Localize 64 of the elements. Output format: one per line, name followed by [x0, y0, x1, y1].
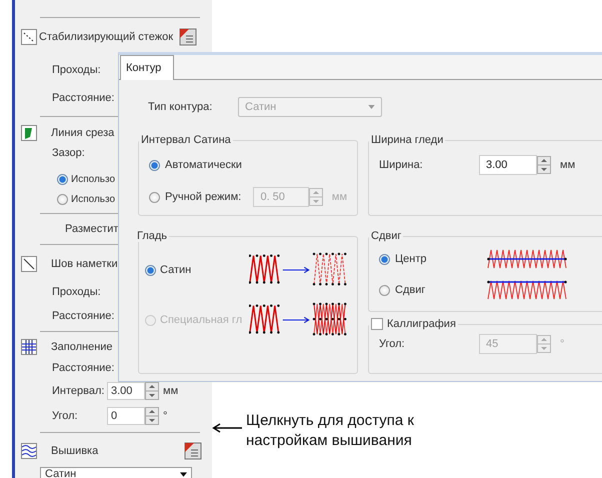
field-label: Угол:: [51, 410, 79, 422]
field-label: Расстояние:: [51, 309, 114, 324]
field-label: Тип контура:: [148, 101, 214, 113]
radio-label: Специальная гл: [160, 314, 242, 326]
section-title: Заполнение: [51, 341, 113, 353]
radio-button[interactable]: [57, 174, 68, 184]
number-field[interactable]: 0: [107, 407, 145, 425]
field-label: Угол:: [379, 338, 406, 350]
radio-label: Автоматически: [165, 159, 242, 171]
dropdown-value: Сатин: [45, 468, 78, 478]
section-title: Вышивка: [51, 445, 98, 457]
field-label: Проходы:: [51, 63, 101, 78]
section-title: Линия среза: [51, 127, 114, 139]
pointer-arrow: [212, 423, 242, 433]
section-title: Стабилизирующий стежок: [39, 31, 174, 43]
grid-icon: [21, 339, 37, 355]
stitch-type-dropdown[interactable]: Сатин: [40, 467, 192, 478]
diagonal-line-icon: [21, 256, 37, 272]
number-field[interactable]: 3.00: [107, 382, 145, 400]
spin-button[interactable]: [308, 188, 323, 206]
section-title: Шов наметки: [51, 258, 118, 270]
radio-button[interactable]: [379, 254, 390, 264]
field-label: Расстояние:: [51, 361, 114, 376]
radio-button[interactable]: [149, 192, 160, 202]
field-label: Интервал:: [51, 385, 106, 397]
group-title: Интервал Сатина: [140, 134, 232, 146]
field-label: Расстояние:: [51, 91, 114, 106]
radio-button[interactable]: [149, 160, 160, 170]
properties-icon[interactable]: [184, 442, 202, 460]
caret-icon: [368, 105, 375, 109]
button-label[interactable]: Разместит: [15, 218, 118, 240]
spin-button[interactable]: [145, 407, 159, 425]
spin-button[interactable]: [145, 382, 159, 400]
callout-text: Щелкнуть для доступа к настройкам вышивания: [246, 411, 415, 451]
spin-button[interactable]: [537, 156, 551, 174]
group-title: Сдвиг: [370, 230, 402, 242]
number-field[interactable]: 3.00: [479, 155, 537, 175]
unit-label: мм: [332, 191, 347, 203]
radio-label: Использо: [71, 174, 116, 184]
radio-label: Сдвиг: [395, 284, 426, 296]
properties-icon[interactable]: [179, 28, 198, 46]
radio-label: Ручной режим:: [165, 191, 242, 203]
group-title: Ширина гледи: [370, 134, 444, 146]
radio-label: Сатин: [160, 264, 192, 276]
wavy-lines-icon: [21, 443, 37, 459]
spin-button[interactable]: [537, 335, 551, 353]
radio-button[interactable]: [379, 284, 390, 296]
unit-label: °: [163, 410, 168, 422]
field-label: Зазор:: [51, 146, 85, 161]
tab[interactable]: Контур: [120, 55, 174, 80]
radio-label: Использо: [71, 194, 116, 204]
checkbox[interactable]: [371, 318, 383, 330]
checkbox-label: Каллиграфия: [387, 318, 456, 330]
radio-button[interactable]: [145, 264, 156, 276]
unit-label: мм: [163, 385, 178, 397]
radio-button[interactable]: [57, 194, 68, 204]
unit-label: °: [560, 338, 564, 350]
unit-label: мм: [560, 159, 576, 171]
field-label: Проходы:: [51, 285, 101, 300]
caret-icon: [180, 472, 187, 476]
dropdown-value: Сатин: [245, 101, 278, 113]
radio-label: Центр: [395, 253, 426, 265]
field-label: Ширина:: [379, 159, 424, 171]
group-title: Гладь: [136, 230, 168, 242]
